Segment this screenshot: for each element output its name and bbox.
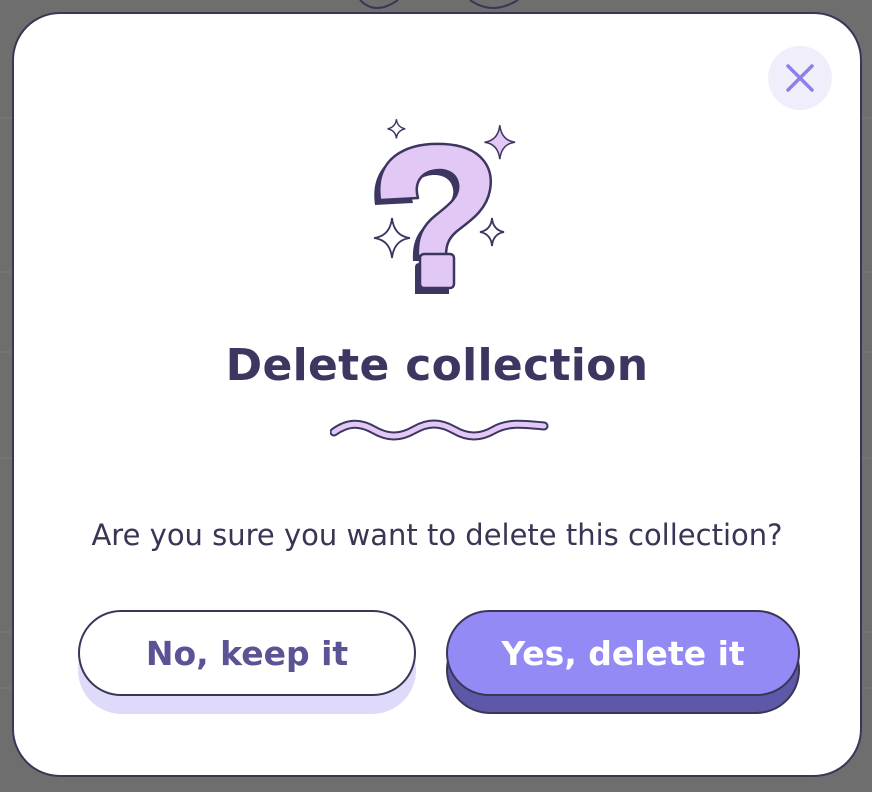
question-mark-illustration <box>373 119 516 294</box>
delete-button-wrapper: Yes, delete it <box>446 610 800 714</box>
close-icon <box>786 64 814 92</box>
close-button[interactable] <box>768 46 832 110</box>
sparkle-icon <box>484 125 516 160</box>
keep-button-wrapper: No, keep it <box>78 610 416 714</box>
sparkle-icon <box>479 217 505 247</box>
squiggle-divider <box>330 419 549 441</box>
dialog-title: Delete collection <box>225 340 649 391</box>
delete-collection-dialog: Delete collection Are you sure you want … <box>12 12 862 777</box>
delete-button[interactable]: Yes, delete it <box>446 610 800 696</box>
dialog-message: Are you sure you want to delete this col… <box>91 518 783 552</box>
sparkle-icon <box>373 217 411 259</box>
sparkle-icon <box>387 119 406 139</box>
keep-button[interactable]: No, keep it <box>78 610 416 696</box>
